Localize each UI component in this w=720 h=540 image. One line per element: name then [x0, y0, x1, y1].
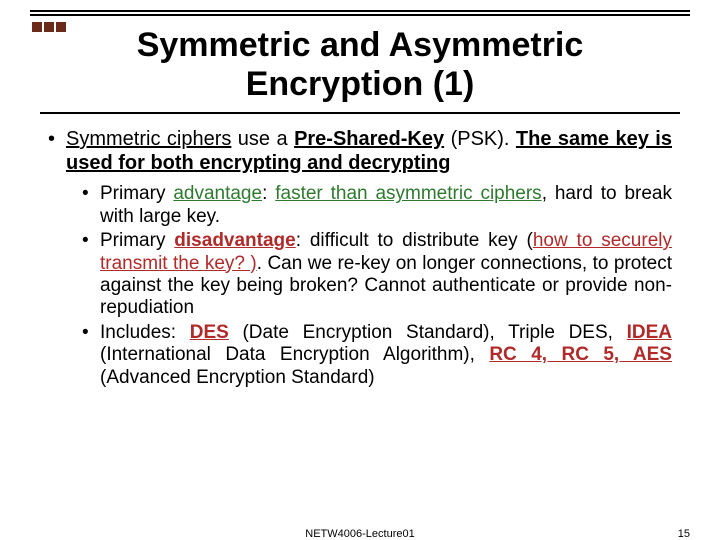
word-disadvantage: disadvantage — [174, 230, 295, 251]
text: (Advanced Encryption Standard) — [100, 367, 375, 388]
term-symmetric-ciphers: Symmetric ciphers — [66, 128, 231, 150]
footer-course: NETW4006-Lecture01 — [305, 528, 414, 540]
term-psk: Pre-Shared-Key — [294, 128, 444, 150]
text: use a — [231, 128, 294, 150]
text: : — [262, 183, 275, 204]
sub-bullet-advantage: Primary advantage: faster than asymmetri… — [100, 183, 672, 228]
term-rc-aes: RC 4, RC 5, AES — [489, 344, 672, 365]
title-line-2: Encryption (1) — [246, 65, 475, 103]
page-number: 15 — [678, 528, 690, 540]
sub-bullet-disadvantage: Primary disadvantage: difficult to distr… — [100, 230, 672, 320]
text: (PSK). — [444, 128, 516, 150]
term-idea: IDEA — [627, 322, 672, 343]
text: : difficult to distribute key ( — [296, 230, 533, 251]
title-line-1: Symmetric and Asymmetric — [137, 26, 584, 64]
top-rule — [30, 10, 690, 16]
advantage-phrase: faster than asymmetric ciphers — [275, 183, 541, 204]
sub-bullet-includes: Includes: DES (Date Encryption Standard)… — [100, 322, 672, 389]
accent-squares — [32, 22, 66, 32]
text: Primary — [100, 183, 173, 204]
term-des: DES — [190, 322, 229, 343]
text: Primary — [100, 230, 174, 251]
text: (Date Encryption Standard), Triple DES, — [229, 322, 627, 343]
slide-body: Symmetric ciphers use a Pre-Shared-Key (… — [0, 114, 720, 389]
word-advantage: advantage — [173, 183, 262, 204]
text: (International Data Encryption Algorithm… — [100, 344, 489, 365]
main-bullet: Symmetric ciphers use a Pre-Shared-Key (… — [66, 128, 672, 389]
text: Includes: — [100, 322, 190, 343]
